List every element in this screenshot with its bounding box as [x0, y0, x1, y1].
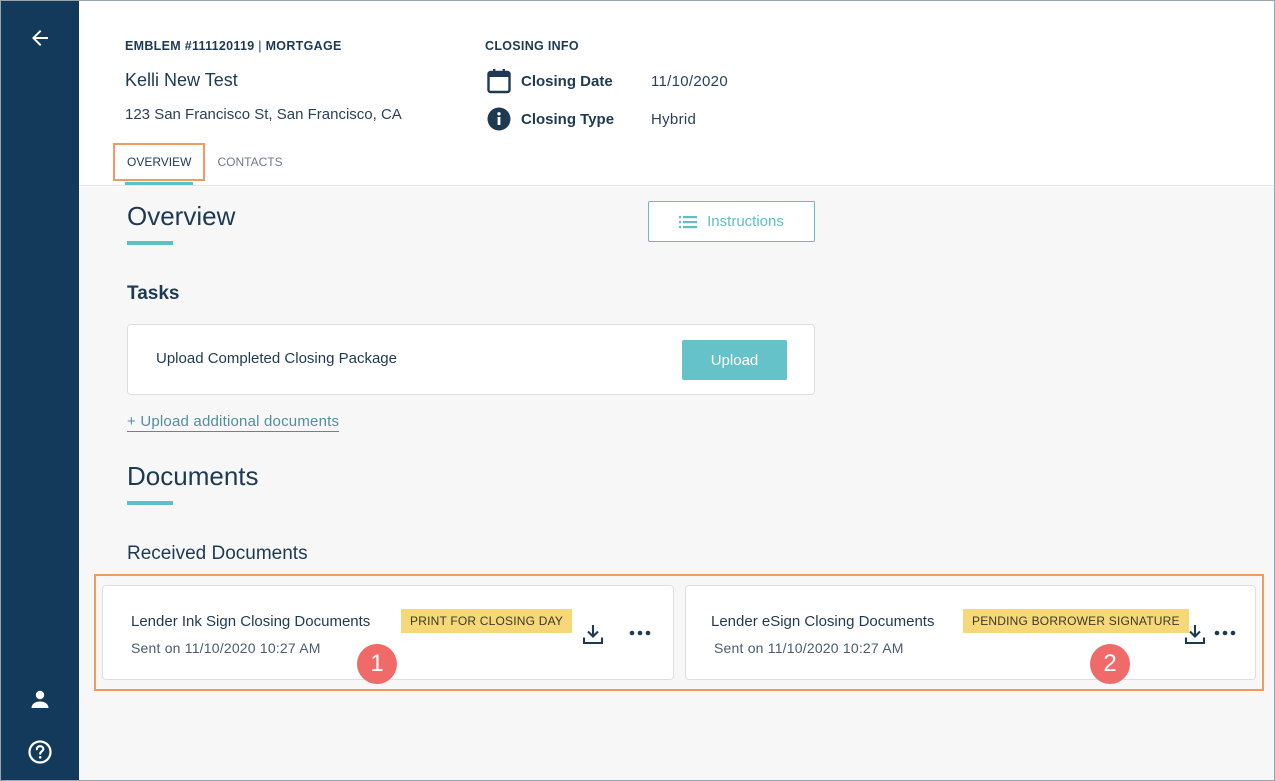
user-icon	[31, 690, 49, 708]
property-address: 123 San Francisco St, San Francisco, CA	[125, 106, 402, 123]
document-sent-date: Sent on 11/10/2020 10:27 AM	[131, 640, 321, 656]
arrow-left-icon	[32, 30, 48, 46]
received-documents-heading: Received Documents	[127, 543, 308, 564]
app-window: EMBLEM #111120119 | MORTGAGE Kelli New T…	[0, 0, 1275, 781]
instructions-label: Instructions	[707, 213, 784, 230]
document-sent-date: Sent on 11/10/2020 10:27 AM	[714, 640, 904, 656]
document-title: Lender eSign Closing Documents	[711, 613, 935, 630]
back-button[interactable]	[1, 18, 79, 58]
status-badge: PRINT FOR CLOSING DAY	[401, 609, 573, 633]
more-horizontal-icon	[629, 630, 651, 636]
closing-date-label: Closing Date	[521, 72, 613, 90]
task-card: Upload Completed Closing Package Upload	[127, 324, 815, 395]
emblem-id: EMBLEM #111120119 | MORTGAGE	[125, 39, 342, 53]
status-badge: PENDING BORROWER SIGNATURE	[963, 609, 1189, 633]
task-label: Upload Completed Closing Package	[156, 350, 397, 367]
closing-type-label: Closing Type	[521, 110, 615, 128]
client-name: Kelli New Test	[125, 70, 238, 90]
upload-additional-documents-link[interactable]: + Upload additional documents	[127, 413, 340, 432]
question-circle-icon	[28, 740, 52, 764]
closing-type-value: Hybrid	[651, 110, 697, 128]
title-underline	[127, 241, 173, 245]
closing-type-row: Closing Type Hybrid	[485, 104, 696, 134]
closing-info-heading: CLOSING INFO	[485, 39, 579, 53]
page-title: Overview	[127, 201, 236, 231]
overview-panel: Overview Instructions Tasks Upload Compl…	[79, 187, 1274, 780]
list-icon	[679, 215, 698, 229]
closing-header: EMBLEM #111120119 | MORTGAGE Kelli New T…	[79, 1, 1274, 186]
more-options-button[interactable]	[1212, 622, 1238, 644]
download-icon	[1184, 625, 1206, 645]
closing-date-row: Closing Date 11/10/2020	[485, 66, 728, 96]
info-icon	[485, 105, 513, 133]
upload-button[interactable]: Upload	[682, 340, 787, 380]
more-horizontal-icon	[1214, 630, 1236, 636]
more-options-button[interactable]	[627, 622, 653, 644]
download-button[interactable]	[580, 621, 606, 647]
documents-underline	[127, 501, 173, 505]
document-title: Lender Ink Sign Closing Documents	[131, 613, 371, 630]
tab-contacts[interactable]: CONTACTS	[205, 143, 294, 181]
sidebar	[1, 1, 79, 780]
documents-heading: Documents	[127, 461, 259, 491]
callout-marker-1: 1	[357, 644, 397, 684]
tab-overview[interactable]: OVERVIEW	[113, 143, 206, 185]
profile-button[interactable]	[1, 679, 79, 719]
closing-date-value: 11/10/2020	[651, 72, 728, 90]
download-button[interactable]	[1182, 621, 1208, 647]
calendar-icon	[485, 67, 513, 95]
help-button[interactable]	[1, 732, 79, 772]
tab-bar: OVERVIEW CONTACTS	[113, 143, 295, 185]
callout-marker-2: 2	[1090, 644, 1130, 684]
tasks-heading: Tasks	[127, 283, 180, 304]
document-card[interactable]: Lender eSign Closing Documents PENDING B…	[685, 585, 1256, 680]
download-icon	[582, 625, 604, 645]
instructions-button[interactable]: Instructions	[648, 201, 815, 242]
